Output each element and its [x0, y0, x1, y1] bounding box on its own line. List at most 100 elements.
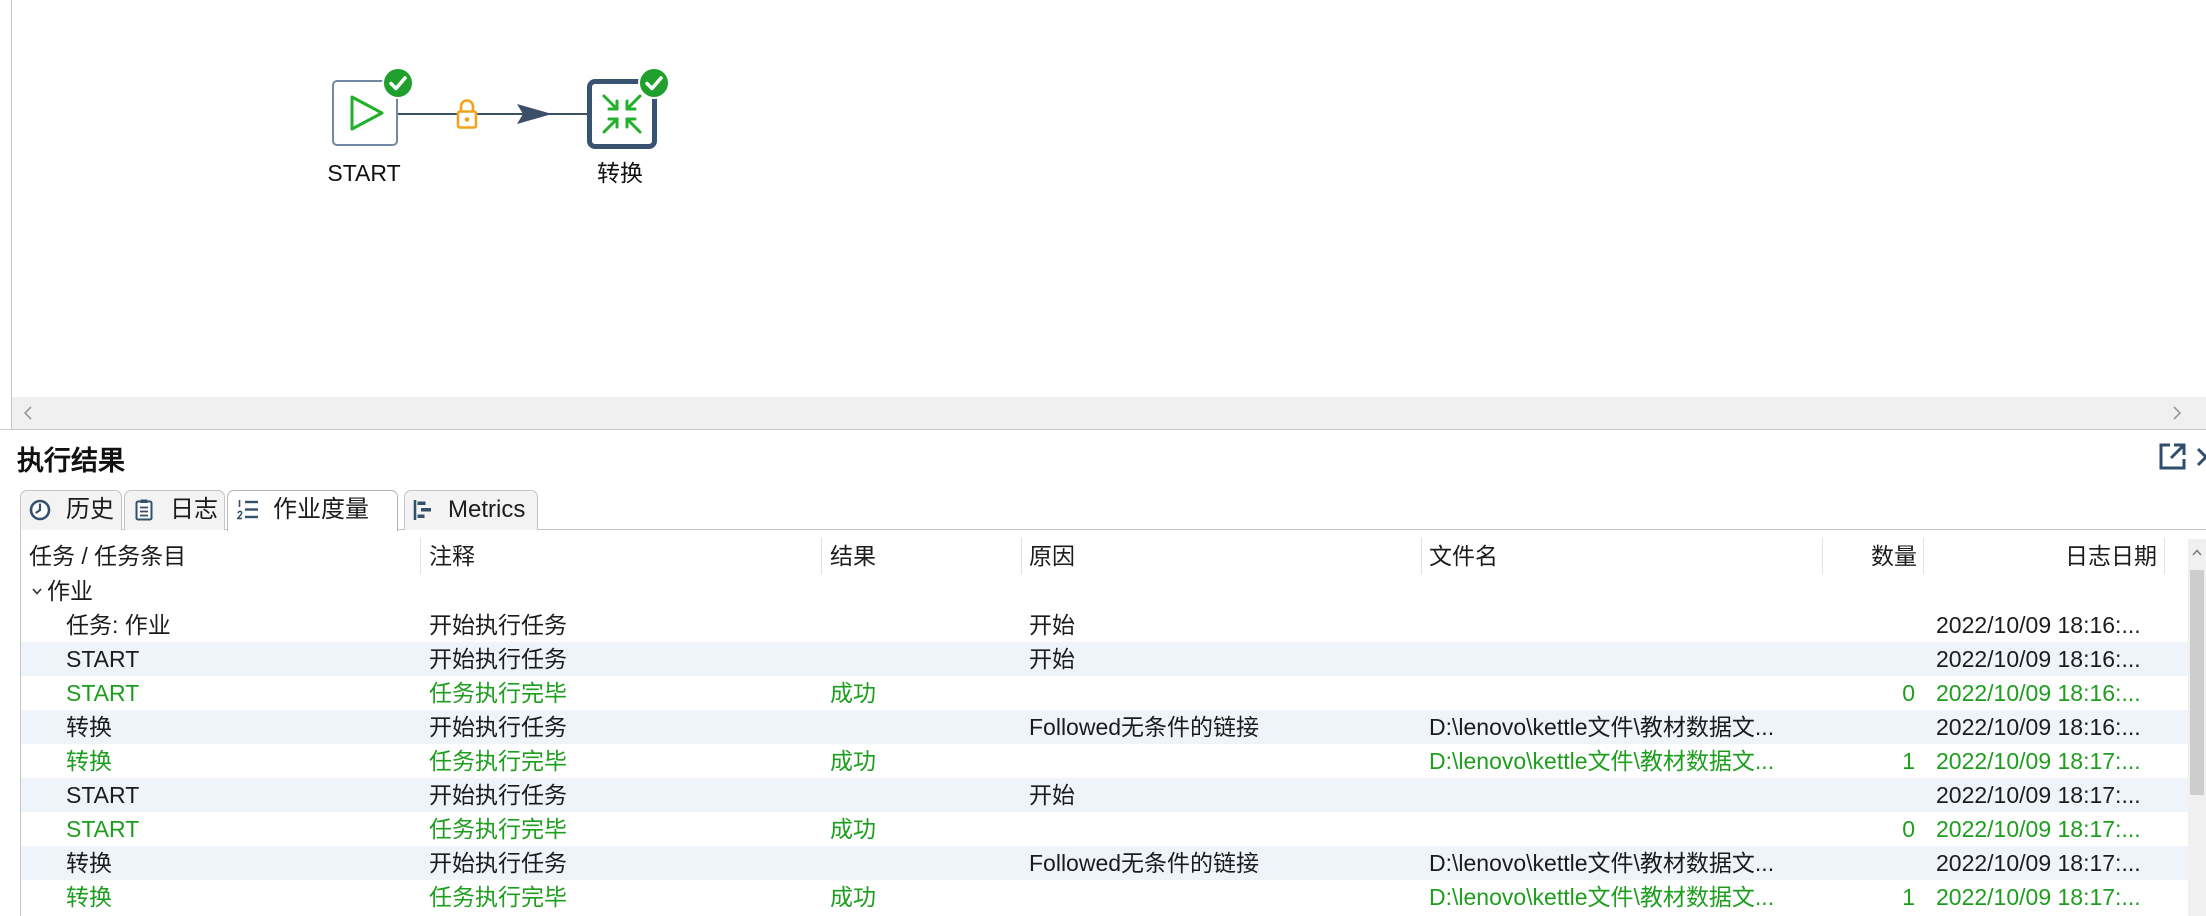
cell-comment: 开始执行任务 [429, 646, 567, 672]
cell-count [1823, 608, 1915, 642]
cell-filename [1429, 812, 1817, 846]
cell-result [830, 846, 1015, 880]
cell-filename: D:\lenovo\kettle文件\教材数据文... [1429, 850, 1775, 876]
column-divider[interactable] [1021, 538, 1022, 574]
column-header-filename[interactable]: 文件名 [1429, 538, 1498, 574]
tab-metrics[interactable]: Metrics [404, 490, 538, 530]
table-vertical-scrollbar[interactable] [2188, 539, 2206, 916]
cell-comment: 开始执行任务 [429, 850, 567, 876]
gantt-chart-icon [413, 500, 431, 520]
column-divider[interactable] [1822, 538, 1823, 574]
cell-task: 转换 [66, 748, 112, 774]
cell-comment: 任务执行完毕 [429, 816, 567, 842]
table-row[interactable]: START 任务执行完毕 成功 0 2022/10/09 18:17:... [21, 812, 2188, 846]
cell-reason: 开始 [1029, 646, 1075, 672]
external-link-icon[interactable] [2157, 441, 2188, 472]
close-panel-button[interactable] [2195, 446, 2206, 468]
cell-log-date: 2022/10/09 18:17:... [1936, 850, 2141, 876]
chevron-down-icon[interactable] [32, 588, 42, 595]
tab-history[interactable]: 历史 [20, 490, 122, 530]
cell-reason: 开始 [1029, 782, 1075, 808]
column-header-comment[interactable]: 注释 [429, 538, 475, 574]
close-icon [2196, 447, 2206, 467]
column-header-count[interactable]: 数量 [1823, 538, 1917, 574]
cell-log-date: 2022/10/09 18:16:... [1936, 612, 2141, 638]
cell-filename: D:\lenovo\kettle文件\教材数据文... [1429, 748, 1775, 774]
cell-count [1823, 710, 1915, 744]
tab-log[interactable]: 日志 [124, 490, 225, 530]
cell-result: 成功 [830, 816, 876, 842]
column-header-result[interactable]: 结果 [830, 538, 876, 574]
start-node-label: START [327, 160, 401, 186]
success-check-icon [638, 67, 670, 99]
panel-title: 执行结果 [17, 446, 125, 476]
cell-result: 成功 [830, 680, 876, 706]
column-header-reason[interactable]: 原因 [1029, 538, 1075, 574]
cell-filename [1429, 608, 1817, 642]
tree-group-row[interactable]: 作业 [21, 574, 2188, 608]
cell-reason: Followed无条件的链接 [1029, 850, 1260, 876]
column-divider[interactable] [1923, 538, 1924, 574]
cell-comment: 任务执行完毕 [429, 680, 567, 706]
tab-label: Metrics [448, 496, 526, 523]
success-check-icon [382, 67, 414, 99]
cell-filename: D:\lenovo\kettle文件\教材数据文... [1429, 884, 1775, 910]
cell-filename: D:\lenovo\kettle文件\教材数据文... [1429, 714, 1775, 740]
cell-result [830, 608, 1015, 642]
table-row[interactable]: 转换 开始执行任务 Followed无条件的链接 D:\lenovo\kettl… [21, 710, 2188, 744]
cell-count: 0 [1902, 816, 1915, 842]
cell-count: 1 [1902, 748, 1915, 774]
canvas-horizontal-scrollbar[interactable] [12, 397, 2206, 429]
cell-result: 成功 [830, 748, 876, 774]
column-divider[interactable] [2164, 538, 2165, 574]
column-divider[interactable] [1421, 538, 1422, 574]
cell-count [1823, 778, 1915, 812]
cell-task: 任务: 作业 [66, 612, 171, 638]
cell-task: 转换 [66, 884, 112, 910]
cell-task: 转换 [66, 850, 112, 876]
cell-log-date: 2022/10/09 18:17:... [1936, 748, 2141, 774]
tab-label: 作业度量 [273, 496, 369, 523]
table-row[interactable]: 转换 开始执行任务 Followed无条件的链接 D:\lenovo\kettl… [21, 846, 2188, 880]
table-row[interactable]: 转换 任务执行完毕 成功 D:\lenovo\kettle文件\教材数据文...… [21, 744, 2188, 778]
log-document-icon [135, 499, 153, 521]
table-row[interactable]: 转换 任务执行完毕 成功 D:\lenovo\kettle文件\教材数据文...… [21, 880, 2188, 914]
tab-job-metrics[interactable]: 作业度量 [227, 490, 398, 531]
transformation-node-label: 转换 [597, 160, 643, 186]
numbered-list-icon [237, 500, 258, 520]
cell-comment: 开始执行任务 [429, 714, 567, 740]
job-canvas[interactable] [12, 0, 2206, 397]
cell-reason [1029, 880, 1414, 914]
column-divider[interactable] [420, 538, 421, 574]
lock-icon[interactable] [456, 98, 478, 129]
cell-count: 0 [1902, 680, 1915, 706]
chevron-left-icon[interactable] [23, 405, 33, 421]
table-row[interactable]: START 任务执行完毕 成功 0 2022/10/09 18:16:... [21, 676, 2188, 710]
scrollbar-thumb[interactable] [2190, 570, 2204, 795]
table-row[interactable]: START 开始执行任务 开始 2022/10/09 18:17:... [21, 778, 2188, 812]
chevron-up-icon[interactable] [2192, 549, 2202, 556]
cell-reason: 开始 [1029, 612, 1075, 638]
cell-comment: 开始执行任务 [429, 782, 567, 808]
table-row[interactable]: 任务: 作业 开始执行任务 开始 2022/10/09 18:16:... [21, 608, 2188, 642]
cell-count: 1 [1902, 884, 1915, 910]
cell-count [1823, 642, 1915, 676]
cell-filename [1429, 676, 1817, 710]
cell-reason [1029, 676, 1414, 710]
chevron-right-icon[interactable] [2172, 405, 2182, 421]
cell-result [830, 778, 1015, 812]
cell-task: START [66, 680, 140, 706]
column-header-task[interactable]: 任务 / 任务条目 [29, 538, 186, 574]
tab-label: 历史 [66, 496, 114, 523]
tab-label: 日志 [170, 496, 218, 523]
cell-reason [1029, 812, 1414, 846]
column-header-log-date[interactable]: 日志日期 [1927, 538, 2157, 574]
canvas-left-border [11, 0, 12, 430]
job-metrics-table[interactable]: 任务 / 任务条目 注释 结果 原因 文件名 数量 日志日期 作业 任务: 作业… [20, 530, 2188, 916]
column-divider[interactable] [821, 538, 822, 574]
table-row[interactable]: START 开始执行任务 开始 2022/10/09 18:16:... [21, 642, 2188, 676]
clock-icon [29, 499, 51, 521]
hop-connector[interactable] [398, 113, 588, 115]
cell-filename [1429, 778, 1817, 812]
cell-task: START [66, 816, 140, 842]
